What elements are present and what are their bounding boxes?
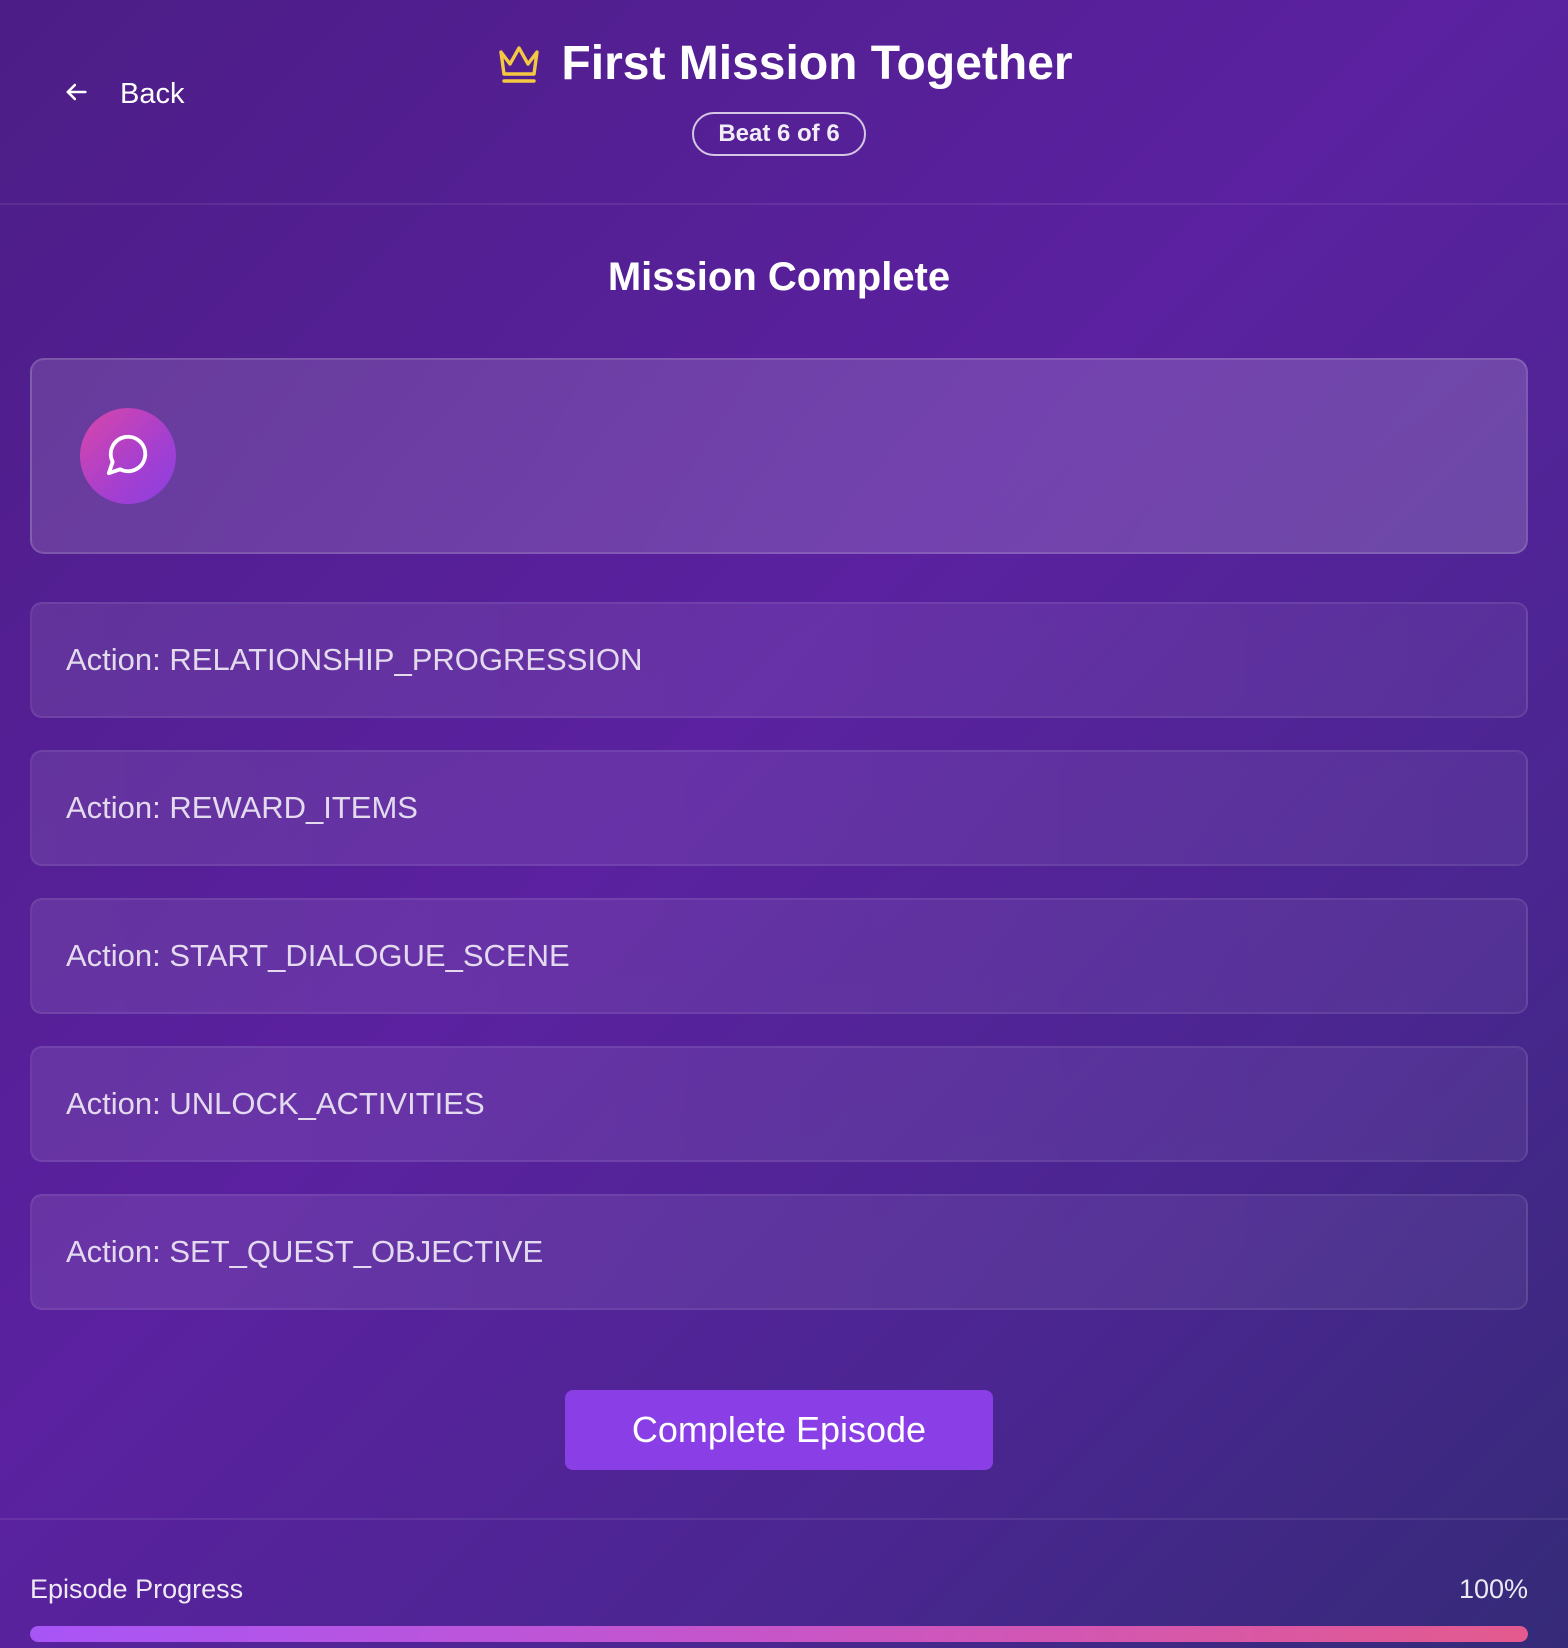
action-item: Action: UNLOCK_ACTIVITIES (30, 1046, 1528, 1162)
section-title: Mission Complete (607, 255, 951, 299)
action-item: Action: RELATIONSHIP_PROGRESSION (30, 602, 1528, 718)
header: Back First Mission Together Beat 6 of 6 (0, 0, 1568, 205)
action-item: Action: REWARD_ITEMS (30, 750, 1528, 866)
crown-icon (495, 42, 543, 86)
progress-bar (30, 1626, 1528, 1642)
title-row: First Mission Together (0, 36, 1568, 91)
action-item: Action: START_DIALOGUE_SCENE (30, 898, 1528, 1014)
footer: Episode Progress 100% (0, 1518, 1568, 1648)
progress-value: 100% (1458, 1574, 1528, 1604)
complete-episode-button[interactable]: Complete Episode (565, 1390, 993, 1470)
page-title: First Mission Together (561, 37, 1073, 90)
beat-badge: Beat 6 of 6 (692, 112, 866, 156)
dialogue-card (30, 358, 1528, 554)
chat-bubble-icon (105, 431, 151, 482)
progress-fill (30, 1626, 1528, 1642)
avatar (80, 408, 176, 504)
progress-label: Episode Progress (30, 1574, 244, 1604)
action-item: Action: SET_QUEST_OBJECTIVE (30, 1194, 1528, 1310)
